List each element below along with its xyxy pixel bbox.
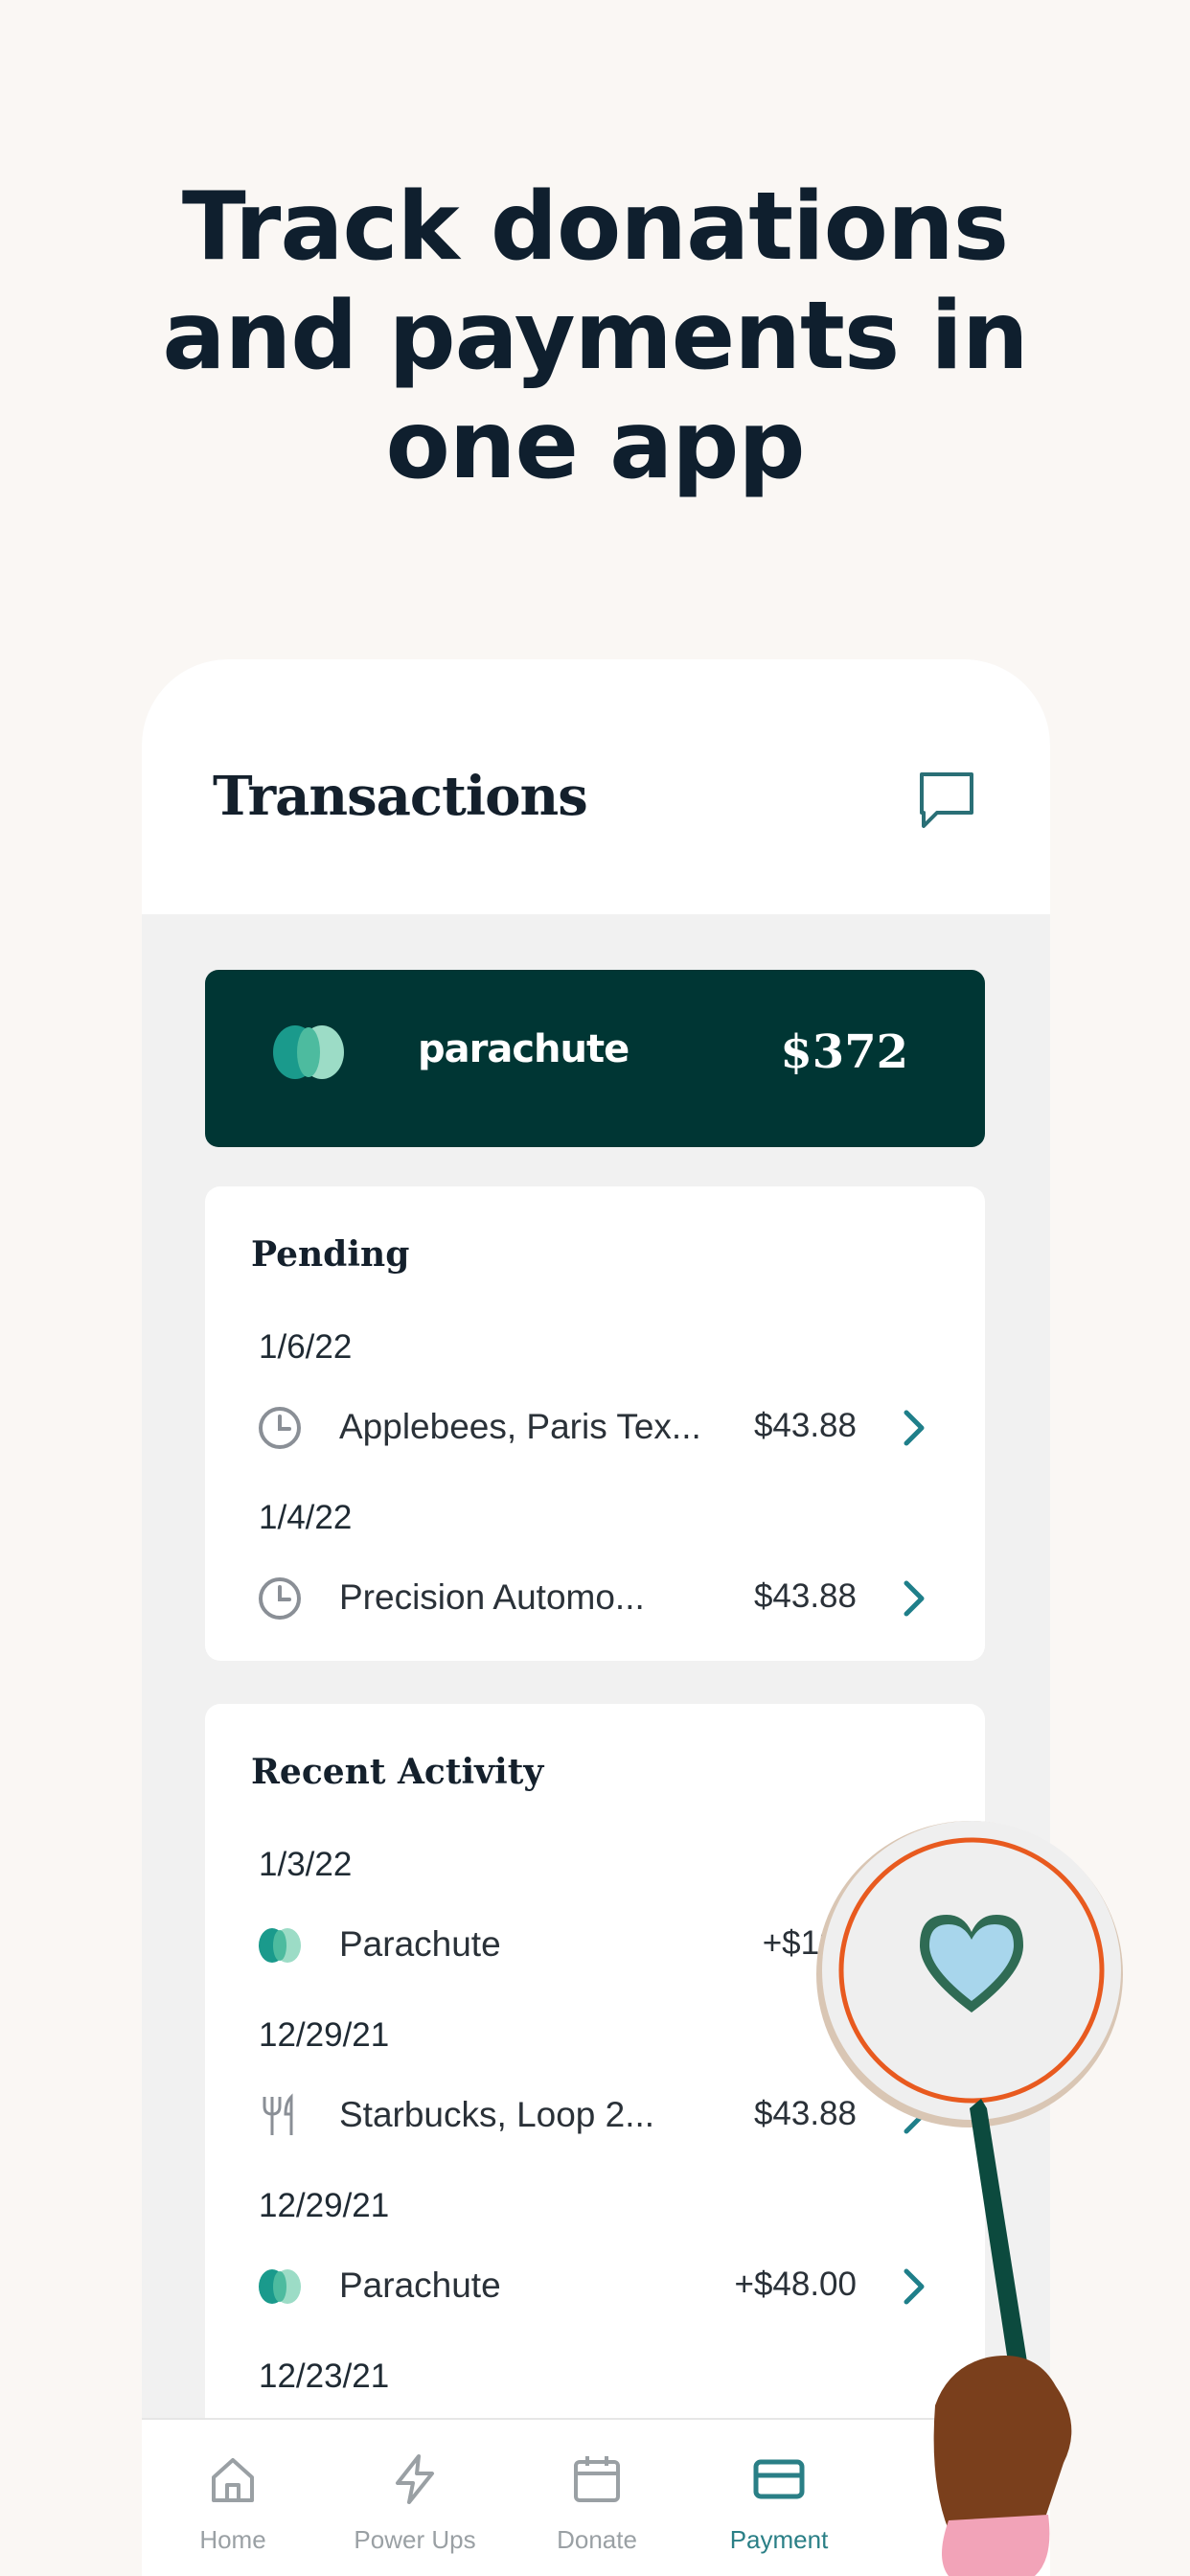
pending-panel: Pending 1/6/22 Applebees, Paris Tex... $… [205, 1186, 985, 1661]
transaction-amount: $43.88 [753, 1407, 857, 1444]
transaction-merchant: Applebees, Paris Tex... [339, 1407, 701, 1446]
transaction-date: 1/4/22 [259, 1499, 353, 1536]
credit-card-icon [753, 2459, 805, 2499]
transaction-merchant: Parachute [339, 2266, 501, 2305]
headline-line-1: Track donations [181, 172, 1009, 282]
transaction-date: 12/29/21 [259, 2187, 390, 2224]
parachute-logo-icon [259, 2269, 301, 2304]
home-icon [212, 2458, 254, 2502]
calendar-icon [574, 2456, 620, 2502]
transaction-merchant: Starbucks, Loop 2... [339, 2095, 655, 2134]
screen-header: Transactions [142, 659, 1050, 914]
headline: Track donations and payments in one app [0, 172, 1190, 500]
tab-power-ups[interactable]: Power Ups [324, 2420, 506, 2576]
transaction-amount: $43.88 [753, 1577, 857, 1615]
transaction-merchant: Precision Automo... [339, 1577, 645, 1617]
pending-title: Pending [251, 1234, 410, 1275]
transaction-date: 12/29/21 [259, 2016, 390, 2054]
transaction-date: 12/23/21 [259, 2358, 390, 2395]
headline-line-3: one app [385, 391, 805, 500]
parachute-logo-icon [273, 1025, 344, 1079]
hand-holding-heart-sign-illustration [816, 1821, 1123, 2576]
lightning-icon [396, 2454, 434, 2504]
chevron-right-icon[interactable] [897, 1407, 931, 1449]
transaction-row[interactable]: Precision Automo... $43.88 [205, 1558, 985, 1635]
tab-label: Power Ups [354, 2525, 476, 2554]
tab-donate[interactable]: Donate [506, 2420, 688, 2576]
transaction-date: 1/6/22 [259, 1328, 353, 1366]
brand-name: parachute [418, 1027, 629, 1071]
clock-icon [259, 1577, 301, 1620]
headline-line-2: and payments in [162, 282, 1028, 391]
tab-home[interactable]: Home [142, 2420, 324, 2576]
balance-amount: $372 [780, 1025, 908, 1079]
balance-card[interactable]: parachute $372 [205, 970, 985, 1147]
parachute-logo-icon [259, 1928, 301, 1963]
chat-bubble-icon[interactable] [912, 767, 979, 834]
tab-label: Home [199, 2525, 266, 2554]
tab-label: Donate [557, 2525, 637, 2554]
screen-title: Transactions [213, 765, 588, 828]
fork-knife-icon [263, 2093, 293, 2135]
transaction-row[interactable]: Applebees, Paris Tex... $43.88 [205, 1388, 985, 1464]
recent-activity-title: Recent Activity [251, 1752, 544, 1792]
transaction-merchant: Parachute [339, 1924, 501, 1964]
transaction-date: 1/3/22 [259, 1846, 353, 1883]
clock-icon [259, 1407, 301, 1449]
chevron-right-icon[interactable] [897, 1577, 931, 1620]
